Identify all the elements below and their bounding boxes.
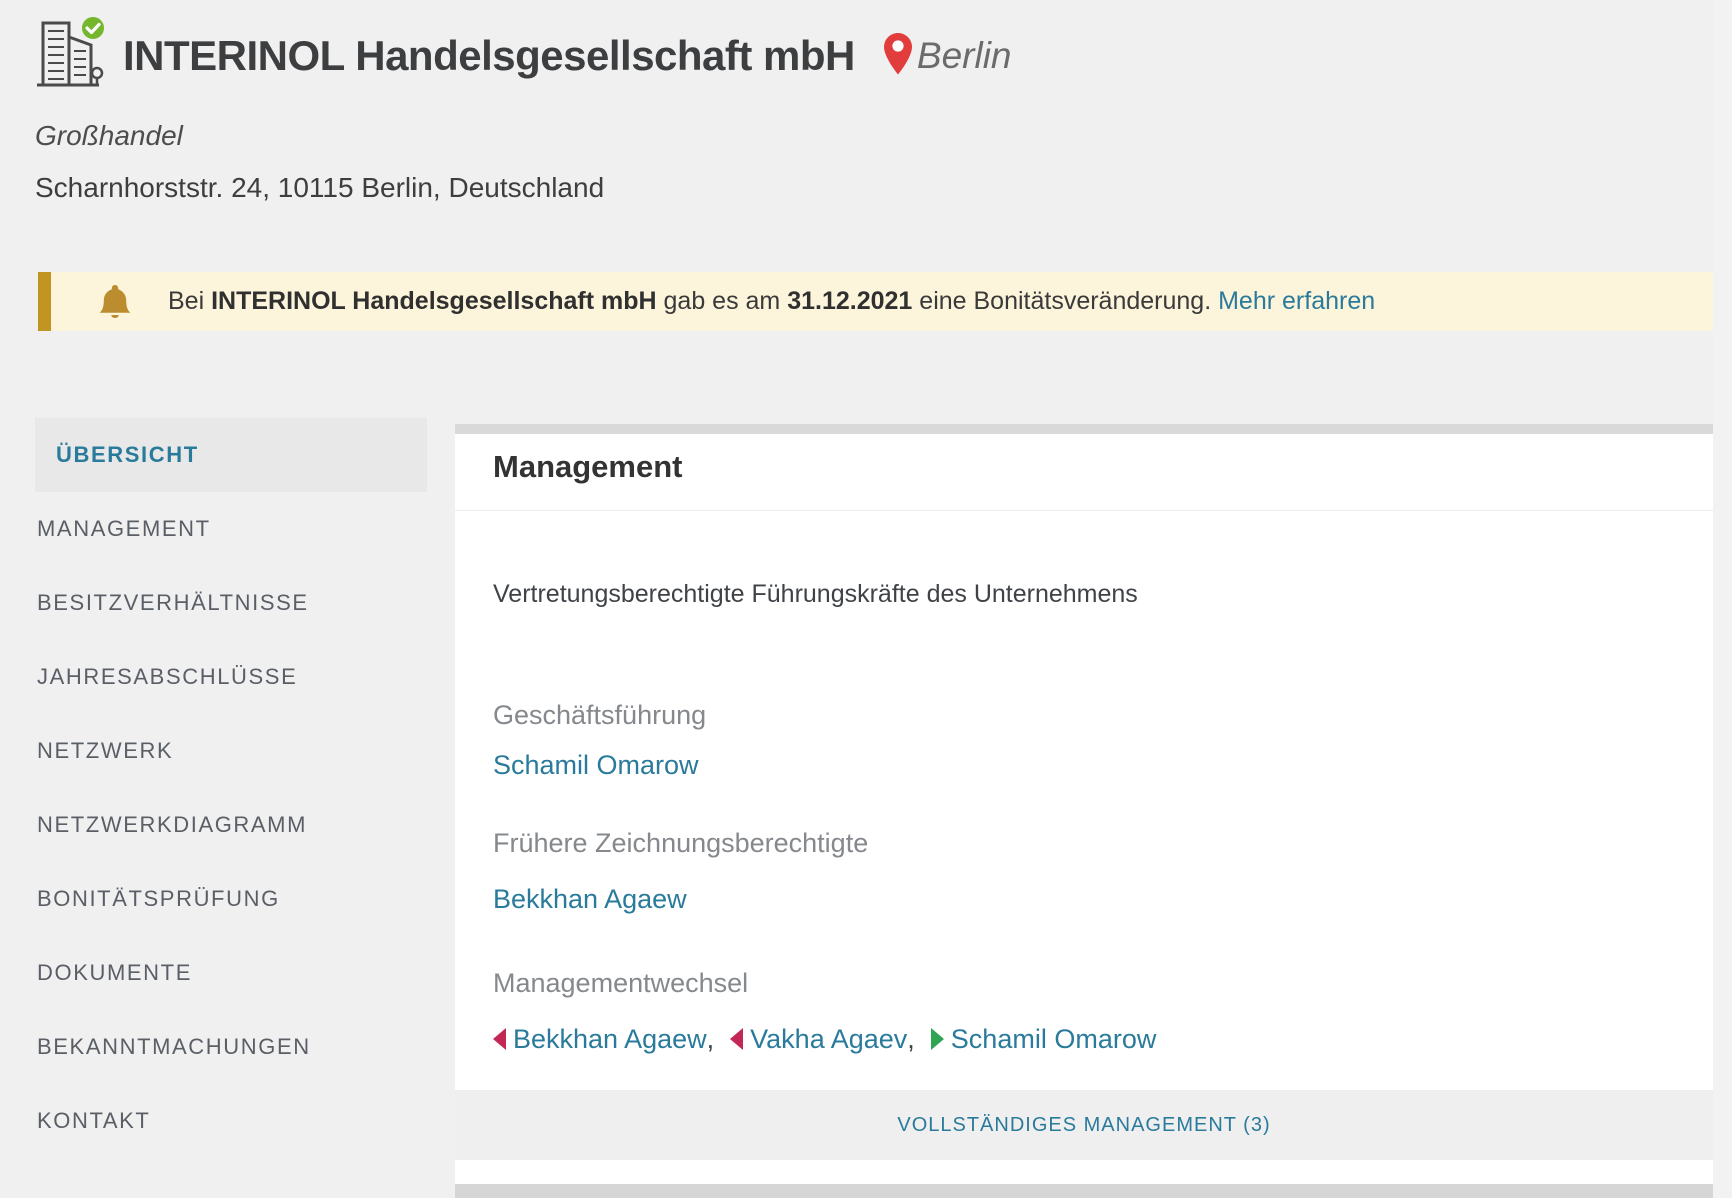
change-in-icon: [931, 1028, 944, 1050]
sidebar-item-bonitaetspruefung[interactable]: BONITÄTSPRÜFUNG: [35, 862, 427, 936]
sidebar-item-netzwerk[interactable]: NETZWERK: [35, 714, 427, 788]
alert-date: 31.12.2021: [787, 287, 912, 315]
company-profile-page: INTERINOL Handelsgesellschaft mbH Berlin…: [0, 0, 1732, 1198]
sidebar-item-uebersicht[interactable]: ÜBERSICHT: [35, 418, 427, 492]
company-industry: Großhandel: [35, 120, 1695, 152]
change-out-icon: [730, 1028, 743, 1050]
sidebar-item-bekanntmachungen[interactable]: BEKANNTMACHUNGEN: [35, 1010, 427, 1084]
group-names-fruehere-zeichnungsberechtigte: Bekkhan Agaew: [493, 883, 1675, 915]
separator: ,: [707, 1023, 715, 1055]
separator: ,: [907, 1023, 915, 1055]
card-footer-bar: VOLLSTÄNDIGES MANAGEMENT (3): [455, 1090, 1713, 1160]
card-header: Management: [455, 434, 1713, 511]
sidebar-item-besitzverhaeltnisse[interactable]: BESITZVERHÄLTNISSE: [35, 566, 427, 640]
sidebar-item-netzwerkdiagramm[interactable]: NETZWERKDIAGRAMM: [35, 788, 427, 862]
full-management-button[interactable]: VOLLSTÄNDIGES MANAGEMENT (3): [897, 1114, 1270, 1137]
person-link-schamil-omarow[interactable]: Schamil Omarow: [493, 750, 699, 780]
alert-text: Bei INTERINOL Handelsgesellschaft mbH ga…: [168, 287, 1375, 316]
person-link-bekkhan-agaew[interactable]: Bekkhan Agaew: [493, 884, 687, 914]
more-info-link[interactable]: Mehr erfahren: [1218, 287, 1375, 315]
sidebar-item-kontakt[interactable]: KONTAKT: [35, 1084, 427, 1158]
company-address: Scharnhorststr. 24, 10115 Berlin, Deutsc…: [35, 172, 1695, 204]
group-names-geschaeftsfuehrung: Schamil Omarow: [493, 749, 1675, 781]
scrollbar[interactable]: [1713, 0, 1732, 1198]
sidebar-item-management[interactable]: MANAGEMENT: [35, 492, 427, 566]
alert-company-name: INTERINOL Handelsgesellschaft mbH: [211, 287, 656, 315]
card-body: Vertretungsberechtigte Führungskräfte de…: [455, 579, 1713, 1055]
bell-icon: [98, 283, 132, 321]
page-title: INTERINOL Handelsgesellschaft mbH: [123, 32, 855, 80]
location-pin-icon: [883, 32, 913, 81]
group-heading-managementwechsel: Managementwechsel: [493, 967, 1675, 999]
change-out-icon: [493, 1028, 506, 1050]
verified-badge-icon: [81, 16, 105, 40]
group-heading-fruehere-zeichnungsberechtigte: Frühere Zeichnungsberechtigte: [493, 827, 1675, 859]
company-building-icon: [35, 15, 107, 98]
card-title: Management: [493, 448, 1675, 486]
person-link-change-bekkhan-agaew[interactable]: Bekkhan Agaew: [513, 1023, 707, 1055]
company-title-row: INTERINOL Handelsgesellschaft mbH Berlin: [35, 14, 1695, 98]
person-link-change-vakha-agaev[interactable]: Vakha Agaev: [750, 1023, 907, 1055]
credit-change-alert-banner: Bei INTERINOL Handelsgesellschaft mbH ga…: [38, 272, 1713, 331]
person-link-change-schamil-omarow[interactable]: Schamil Omarow: [951, 1023, 1157, 1055]
group-heading-geschaeftsfuehrung: Geschäftsführung: [493, 699, 1675, 731]
management-card: Management Vertretungsberechtigte Führun…: [455, 424, 1713, 1184]
management-intro: Vertretungsberechtigte Führungskräfte de…: [493, 579, 1675, 609]
company-header: INTERINOL Handelsgesellschaft mbH Berlin…: [35, 14, 1695, 204]
section-nav-sidebar: ÜBERSICHT MANAGEMENT BESITZVERHÄLTNISSE …: [35, 418, 427, 1158]
next-card-top-strip: [455, 1184, 1713, 1198]
sidebar-item-dokumente[interactable]: DOKUMENTE: [35, 936, 427, 1010]
sidebar-item-jahresabschluesse[interactable]: JAHRESABSCHLÜSSE: [35, 640, 427, 714]
company-city: Berlin: [917, 35, 1012, 77]
card-top-strip: [455, 424, 1713, 434]
management-changes-row: Bekkhan Agaew , Vakha Agaev , Schamil Om…: [493, 1023, 1675, 1055]
